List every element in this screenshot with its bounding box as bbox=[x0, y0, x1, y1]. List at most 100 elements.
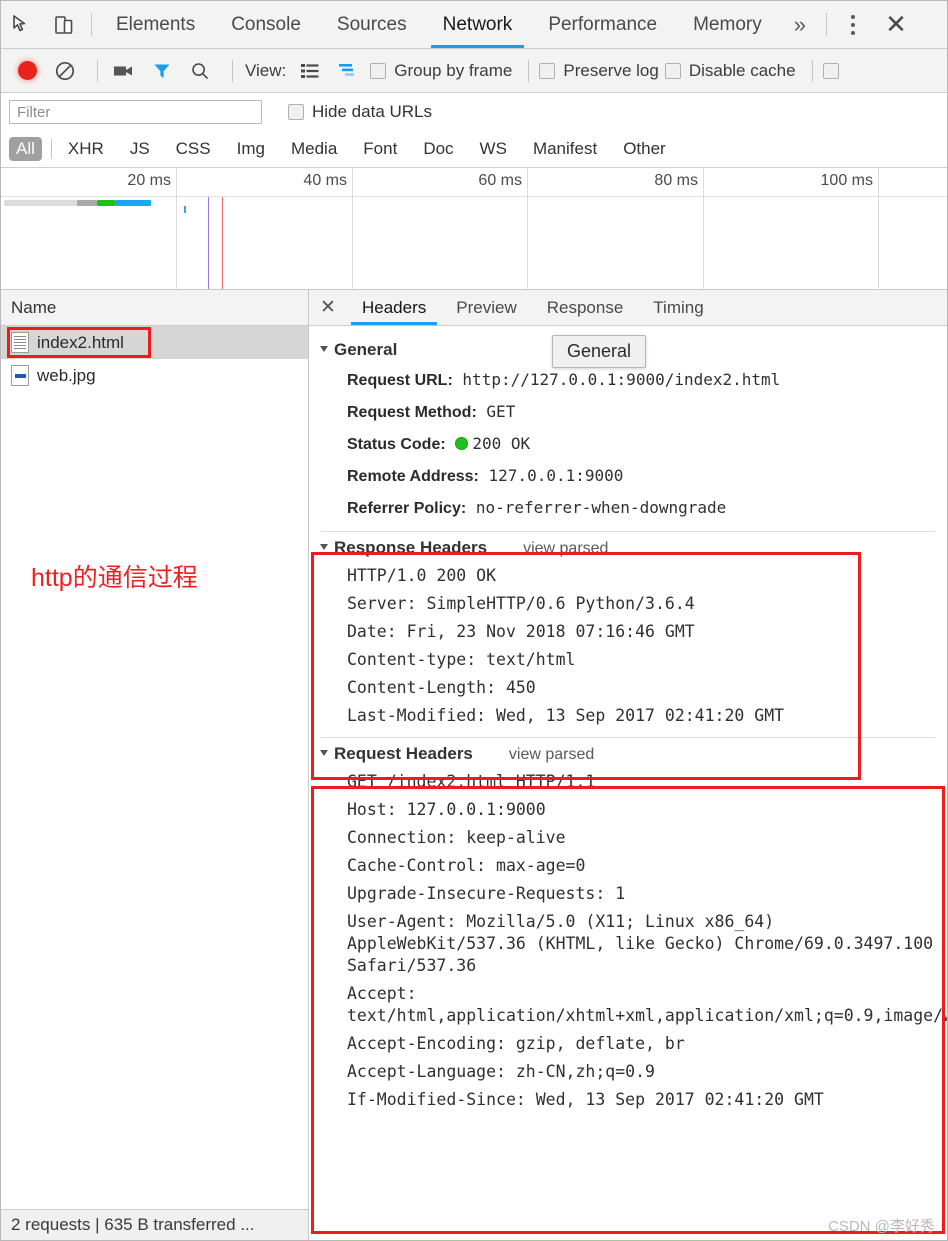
group-by-frame-box bbox=[370, 63, 386, 79]
network-panes: Name index2.html web.jpg http的通信过程 2 req… bbox=[1, 290, 947, 1240]
search-icon[interactable] bbox=[184, 56, 216, 86]
tab-console[interactable]: Console bbox=[213, 1, 319, 48]
filter-input[interactable] bbox=[9, 100, 262, 124]
general-key-request-method: Request Method: bbox=[347, 404, 477, 421]
request-header-line-0: GET /index2.html HTTP/1.1 bbox=[309, 768, 947, 796]
request-header-line-7: Accept-Encoding: gzip, deflate, br bbox=[309, 1030, 947, 1058]
response-view-parsed-link[interactable]: view parsed bbox=[523, 540, 608, 558]
type-filter-js[interactable]: JS bbox=[123, 137, 157, 161]
request-header-line-6: Accept: text/html,application/xhtml+xml,… bbox=[309, 980, 947, 1030]
disable-cache-box bbox=[665, 63, 681, 79]
general-key-referrer-policy: Referrer Policy: bbox=[347, 500, 466, 517]
hide-data-urls-label: Hide data URLs bbox=[312, 102, 432, 122]
request-header-line-4: Upgrade-Insecure-Requests: 1 bbox=[309, 880, 947, 908]
requests-column-header[interactable]: Name bbox=[1, 290, 308, 326]
overview-tick-40ms: 40 ms bbox=[352, 168, 353, 290]
inspect-element-icon[interactable] bbox=[1, 1, 43, 48]
tab-network-label: Network bbox=[443, 14, 513, 36]
annotation-note-http-process: http的通信过程 bbox=[31, 558, 198, 594]
group-by-frame-label: Group by frame bbox=[394, 61, 512, 81]
waterfall-view-icon[interactable] bbox=[332, 56, 364, 86]
request-header-line-2: Connection: keep-alive bbox=[309, 824, 947, 852]
tab-preview[interactable]: Preview bbox=[441, 290, 531, 325]
type-filter-font[interactable]: Font bbox=[356, 137, 404, 161]
type-filter-other[interactable]: Other bbox=[616, 137, 673, 161]
type-filter-doc[interactable]: Doc bbox=[416, 137, 460, 161]
tab-elements-label: Elements bbox=[116, 14, 195, 36]
overview-tick-80ms: 80 ms bbox=[703, 168, 704, 290]
type-filter-img[interactable]: Img bbox=[230, 137, 272, 161]
more-tabs-icon[interactable]: » bbox=[780, 1, 820, 48]
filter-funnel-icon[interactable] bbox=[146, 56, 178, 86]
devtools-window: Elements Console Sources Network Perform… bbox=[0, 0, 948, 1241]
clear-button[interactable] bbox=[49, 56, 81, 86]
network-toolbar: View: Group by frame Preserve log bbox=[1, 49, 947, 93]
tab-response[interactable]: Response bbox=[532, 290, 639, 325]
detail-close-glyph: ✕ bbox=[320, 296, 336, 319]
request-header-line-3: Cache-Control: max-age=0 bbox=[309, 852, 947, 880]
request-headers-title: Request Headers bbox=[334, 744, 473, 764]
general-key-request-url: Request URL: bbox=[347, 372, 453, 389]
column-header-name: Name bbox=[11, 298, 56, 318]
offline-throttling-box bbox=[823, 63, 839, 79]
preserve-log-checkbox[interactable]: Preserve log bbox=[539, 61, 658, 81]
type-filter-media[interactable]: Media bbox=[284, 137, 344, 161]
response-headers-section-header[interactable]: Response Headers view parsed bbox=[309, 534, 947, 562]
general-tooltip: General bbox=[552, 335, 646, 368]
general-row-request-method: Request Method: GET bbox=[309, 396, 947, 428]
type-filter-xhr[interactable]: XHR bbox=[61, 137, 111, 161]
tab-performance[interactable]: Performance bbox=[530, 1, 675, 48]
general-section-title: General bbox=[334, 340, 397, 360]
toggle-device-toolbar-icon[interactable] bbox=[43, 1, 85, 48]
disable-cache-checkbox[interactable]: Disable cache bbox=[665, 61, 796, 81]
request-header-line-1: Host: 127.0.0.1:9000 bbox=[309, 796, 947, 824]
tab-memory[interactable]: Memory bbox=[675, 1, 780, 48]
hide-data-urls-checkbox[interactable]: Hide data URLs bbox=[288, 102, 432, 122]
offline-throttling-checkbox[interactable] bbox=[823, 63, 847, 79]
disable-cache-label: Disable cache bbox=[689, 61, 796, 81]
image-file-icon bbox=[11, 365, 29, 386]
request-row-web-jpg[interactable]: web.jpg bbox=[1, 359, 308, 392]
toolbar-divider-1 bbox=[97, 60, 98, 82]
network-overview-timeline[interactable]: 20 ms 40 ms 60 ms 80 ms 100 ms bbox=[1, 168, 947, 290]
general-value-referrer-policy: no-referrer-when-downgrade bbox=[476, 498, 726, 517]
request-row-index2-html[interactable]: index2.html bbox=[1, 326, 308, 359]
type-filter-css[interactable]: CSS bbox=[169, 137, 218, 161]
general-value-status-code: 200 OK bbox=[472, 434, 530, 453]
toolbar-divider-4 bbox=[812, 60, 813, 82]
overview-tick-100ms: 100 ms bbox=[878, 168, 879, 290]
preserve-log-label: Preserve log bbox=[563, 61, 658, 81]
requests-panel: Name index2.html web.jpg http的通信过程 2 req… bbox=[1, 290, 309, 1240]
record-button[interactable] bbox=[11, 56, 43, 86]
request-view-parsed-link[interactable]: view parsed bbox=[509, 746, 594, 764]
tab-timing[interactable]: Timing bbox=[638, 290, 718, 325]
response-header-line-4: Content-Length: 450 bbox=[309, 674, 947, 702]
close-glyph: ✕ bbox=[885, 9, 907, 40]
tab-network[interactable]: Network bbox=[425, 1, 531, 48]
type-filter-manifest[interactable]: Manifest bbox=[526, 137, 604, 161]
detail-close-icon[interactable]: ✕ bbox=[309, 290, 347, 325]
overview-bar-web-jpg bbox=[184, 206, 186, 213]
tab-headers[interactable]: Headers bbox=[347, 290, 441, 325]
overview-bar-download bbox=[115, 200, 151, 206]
general-row-request-url: Request URL: http://127.0.0.1:9000/index… bbox=[309, 364, 947, 396]
tab-sources[interactable]: Sources bbox=[319, 1, 425, 48]
tab-preview-label: Preview bbox=[456, 298, 516, 318]
list-view-icon[interactable] bbox=[294, 56, 326, 86]
tab-performance-label: Performance bbox=[548, 14, 657, 36]
close-icon[interactable]: ✕ bbox=[873, 1, 919, 48]
typebar-divider bbox=[51, 139, 52, 159]
type-filter-ws[interactable]: WS bbox=[473, 137, 514, 161]
kebab-menu-icon[interactable] bbox=[833, 1, 873, 48]
devtools-tabstrip: Elements Console Sources Network Perform… bbox=[1, 1, 947, 49]
headers-content: General Request URL: http://127.0.0.1:90… bbox=[309, 326, 947, 1240]
general-key-remote-address: Remote Address: bbox=[347, 468, 479, 485]
request-headers-section-header[interactable]: Request Headers view parsed bbox=[309, 740, 947, 768]
type-filter-all[interactable]: All bbox=[9, 137, 42, 161]
response-header-line-2: Date: Fri, 23 Nov 2018 07:16:46 GMT bbox=[309, 618, 947, 646]
csdn-watermark: CSDN @李好秀 bbox=[828, 1215, 935, 1236]
tab-elements[interactable]: Elements bbox=[98, 1, 213, 48]
screenshot-camera-icon[interactable] bbox=[108, 56, 140, 86]
group-by-frame-checkbox[interactable]: Group by frame bbox=[370, 61, 512, 81]
request-name-web-jpg: web.jpg bbox=[37, 366, 96, 386]
